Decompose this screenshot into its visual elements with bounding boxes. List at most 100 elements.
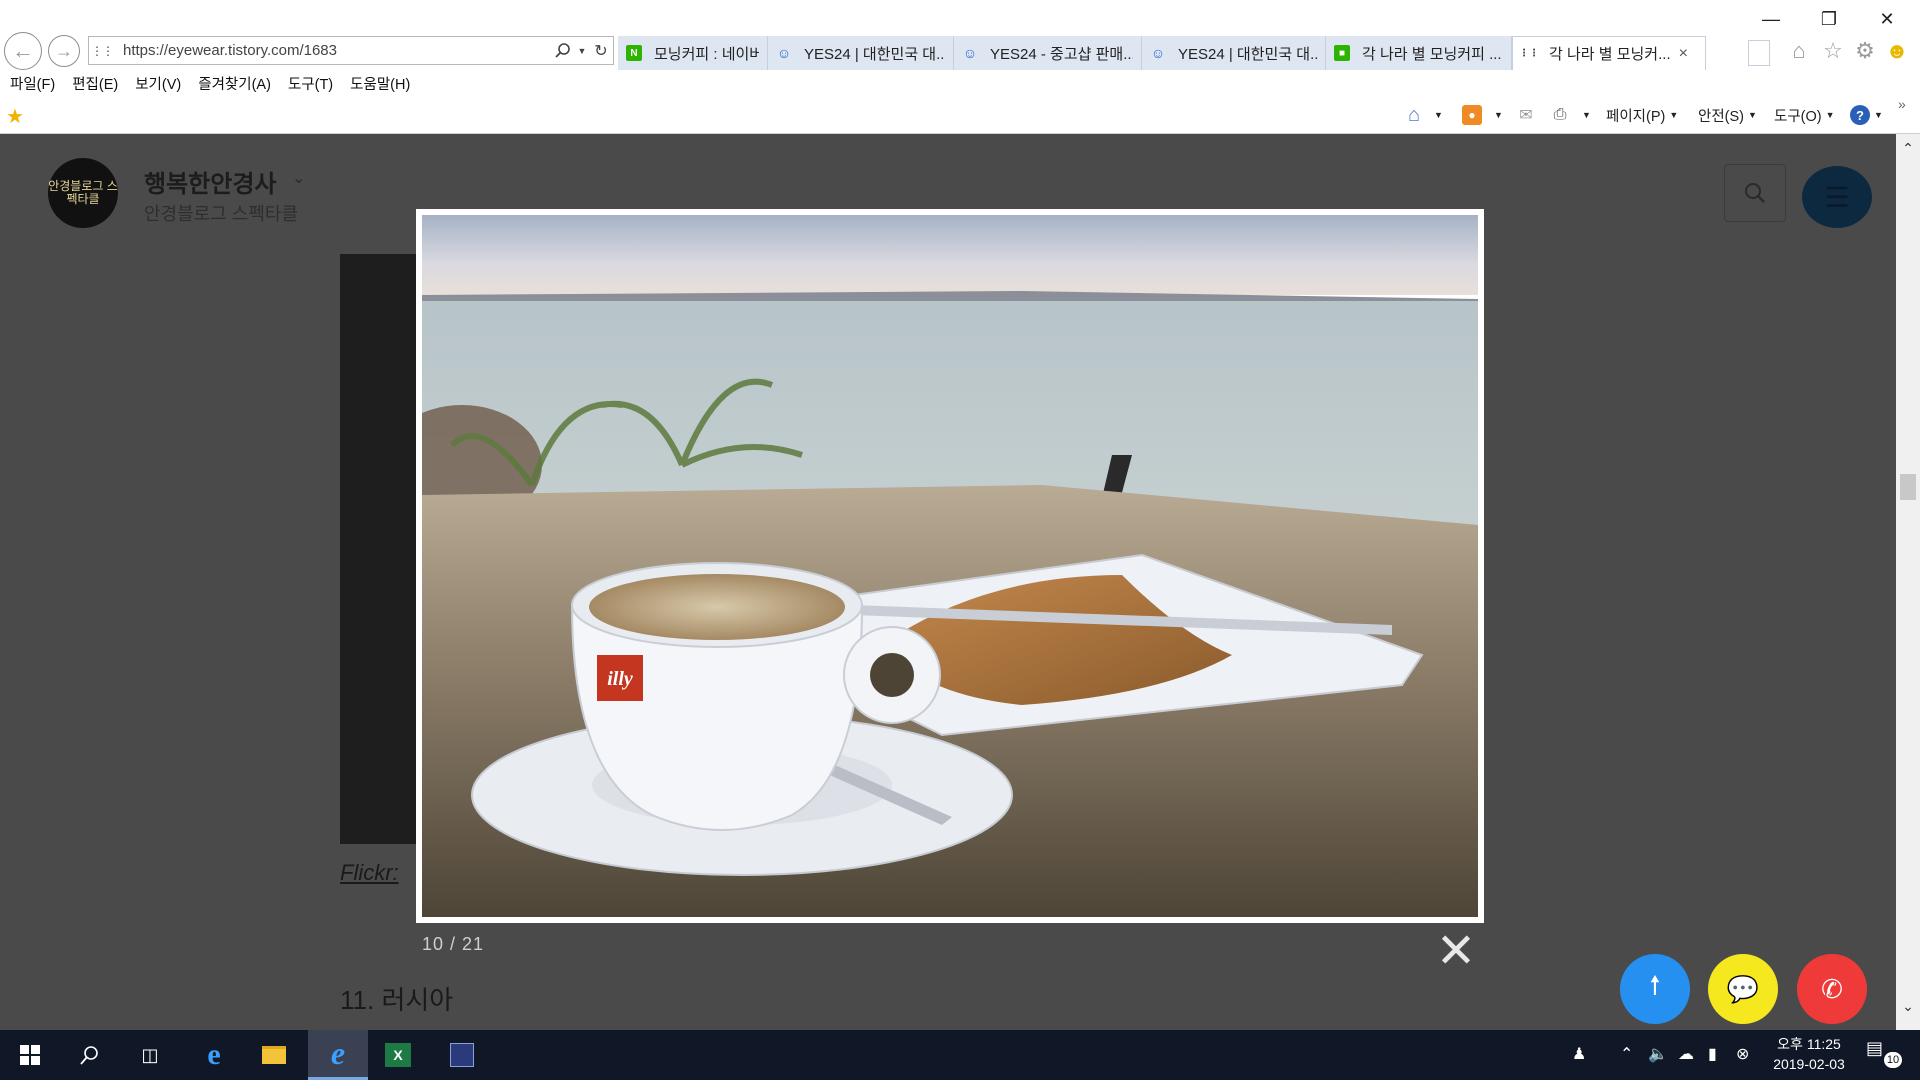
printer-icon: ⎙ (1553, 106, 1567, 123)
tab-label: YES24 | 대한민국 대... (804, 45, 945, 63)
cup-brand-logo: illy (607, 668, 633, 690)
tab-close-icon[interactable]: × (1679, 45, 1688, 63)
print-dropdown[interactable]: ⎙ ▼ (1550, 104, 1591, 126)
settings-gear-icon[interactable]: ⚙ (1852, 38, 1878, 64)
safety-menu[interactable]: 안전(S) ▼ (1698, 104, 1757, 126)
chat-button[interactable]: 💬 (1708, 954, 1778, 1024)
image-source-link[interactable]: Flickr: (340, 860, 399, 886)
help-question-icon: ? (1850, 105, 1870, 125)
caret-down-icon: ▼ (1434, 110, 1443, 120)
feeds-dropdown[interactable]: ● ▼ (1462, 104, 1503, 126)
close-window-button[interactable]: ✕ (1864, 4, 1910, 34)
scroll-up-arrow-icon[interactable]: ⌃ (1896, 140, 1920, 160)
tistory-icon: ⋮⋮ (1519, 48, 1539, 59)
lightbox-frame: illy (416, 209, 1484, 923)
volume-icon[interactable]: 🔈 (1648, 1044, 1668, 1064)
menu-tools[interactable]: 도구(T) (288, 73, 333, 94)
yes24-icon: ☺ (1150, 45, 1166, 61)
caret-down-icon: ▼ (1669, 110, 1679, 120)
lightbox-close-icon[interactable]: ✕ (1434, 928, 1478, 976)
smiley-feedback-icon[interactable]: ☻ (1884, 38, 1910, 64)
read-mail-button[interactable]: ✉ (1516, 104, 1536, 126)
file-explorer-button[interactable] (244, 1030, 304, 1080)
action-center-button[interactable]: ▤ 10 (1866, 1038, 1906, 1072)
menu-help[interactable]: 도움말(H) (350, 73, 410, 94)
phone-icon: ✆ (1821, 973, 1843, 1004)
menu-bar: 파일(F) 편집(E) 보기(V) 즐겨찾기(A) 도구(T) 도움말(H) (0, 70, 1920, 96)
forward-arrow-icon: → (55, 41, 73, 61)
tab-yes24-2[interactable]: ☺ YES24 | 대한민국 대... (1142, 36, 1326, 70)
menu-view[interactable]: 보기(V) (135, 73, 181, 94)
dropdown-caret-icon[interactable]: ▼ (575, 37, 589, 64)
forward-button[interactable]: → (48, 35, 80, 67)
back-button[interactable]: ← (4, 32, 42, 70)
tab-yes24-1[interactable]: ☺ YES24 | 대한민국 대... (768, 36, 954, 70)
tab-label: 각 나라 별 모닝커... (1549, 46, 1671, 63)
refresh-icon[interactable]: ↻ (589, 37, 613, 64)
internet-explorer-button[interactable]: e (308, 1030, 368, 1080)
blog-menu-button[interactable]: ☰ (1802, 166, 1872, 228)
windows-logo-icon (20, 1045, 40, 1065)
hamburger-menu-icon: ☰ (1824, 181, 1850, 213)
excel-app-button[interactable]: X (368, 1030, 428, 1080)
ebs-app-button[interactable] (432, 1030, 492, 1080)
show-hidden-icons-chevron-icon[interactable]: ⌃ (1620, 1044, 1633, 1064)
vertical-scrollbar[interactable]: ⌃ ⌄ (1896, 134, 1920, 1030)
home-dropdown[interactable]: ⌂ ▼ (1404, 104, 1443, 126)
tools-menu[interactable]: 도구(O) ▼ (1774, 104, 1835, 126)
scroll-thumb[interactable] (1900, 474, 1916, 500)
battery-icon[interactable]: ▮ (1708, 1044, 1717, 1064)
home-icon[interactable]: ⌂ (1786, 38, 1812, 64)
menu-favorites[interactable]: 즐겨찾기(A) (198, 73, 271, 94)
blog-subtitle: 안경블로그 스펙타클 (144, 204, 299, 224)
address-bar[interactable]: ⋮⋮ https://eyewear.tistory.com/1683 ▼ ↻ (88, 36, 614, 65)
tab-label: YES24 - 중고샵 판매... (990, 45, 1133, 63)
minimize-button[interactable]: — (1748, 4, 1794, 34)
yes24-icon: ☺ (776, 45, 792, 61)
blog-logo[interactable]: 안경블로그 스펙타클 (48, 158, 118, 228)
search-icon (80, 1046, 98, 1065)
safety-menu-label: 안전(S) (1698, 108, 1745, 125)
search-icon[interactable] (551, 37, 575, 64)
tab-strip: N 모닝커피 : 네이버 이... ☺ YES24 | 대한민국 대... ☺ … (618, 36, 1706, 70)
add-favorite-star-icon[interactable]: ★ (6, 104, 30, 128)
notification-icon: ▤ (1866, 1038, 1884, 1058)
people-icon[interactable]: ♟ (1572, 1044, 1586, 1064)
more-chevron-icon[interactable]: » (1898, 96, 1906, 112)
chevron-down-icon[interactable]: ⌄ (292, 168, 305, 188)
tab-active-morning-coffee[interactable]: ⋮⋮ 각 나라 별 모닝커... × (1512, 36, 1706, 70)
page-menu[interactable]: 페이지(P) ▼ (1606, 104, 1678, 126)
tab-morning-coffee-countries[interactable]: ■ 각 나라 별 모닝커피 ... (1326, 36, 1512, 70)
blog-title[interactable]: 행복한안경사 (144, 164, 276, 199)
restore-button[interactable]: ❐ (1806, 4, 1852, 34)
tab-naver-morning-coffee[interactable]: N 모닝커피 : 네이버 이... (618, 36, 768, 70)
help-dropdown[interactable]: ? ▼ (1850, 104, 1883, 126)
network-disconnected-icon[interactable]: ⊗ (1736, 1044, 1749, 1064)
call-button[interactable]: ✆ (1797, 954, 1867, 1024)
tab-yes24-used[interactable]: ☺ YES24 - 중고샵 판매... (954, 36, 1142, 70)
url-text[interactable]: https://eyewear.tistory.com/1683 (115, 42, 551, 59)
task-view-button[interactable]: ◫ (120, 1030, 180, 1080)
taskbar-search-button[interactable] (60, 1030, 120, 1080)
onedrive-cloud-icon[interactable]: ☁ (1678, 1044, 1694, 1064)
scroll-down-arrow-icon[interactable]: ⌄ (1896, 998, 1920, 1018)
caret-down-icon: ▼ (1748, 110, 1757, 120)
tab-label: 모닝커피 : 네이버 이... (654, 45, 759, 63)
mail-icon: ✉ (1519, 107, 1533, 124)
new-tab-button[interactable] (1748, 40, 1770, 66)
caret-down-icon: ▼ (1825, 110, 1835, 120)
lightbox-photo[interactable]: illy (422, 215, 1478, 917)
menu-file[interactable]: 파일(F) (10, 73, 55, 94)
excel-icon: X (385, 1043, 411, 1067)
blog-search-button[interactable] (1724, 164, 1786, 222)
windows-taskbar: ◫ e e X ♟ ⌃ 🔈 ☁ ▮ ⊗ 오후 11:25 2019-02-03 … (0, 1030, 1920, 1080)
favorites-star-icon[interactable]: ☆ (1820, 38, 1846, 64)
edge-app-button[interactable]: e (184, 1030, 244, 1080)
start-button[interactable] (0, 1030, 60, 1080)
scroll-to-top-button[interactable]: 🠕 (1620, 954, 1690, 1024)
internet-explorer-icon: e (330, 1035, 346, 1071)
naver-icon: N (626, 45, 642, 61)
taskbar-clock[interactable]: 오후 11:25 2019-02-03 (1764, 1034, 1854, 1074)
lightbox-counter: 10 / 21 (422, 934, 485, 954)
menu-edit[interactable]: 편집(E) (72, 73, 118, 94)
